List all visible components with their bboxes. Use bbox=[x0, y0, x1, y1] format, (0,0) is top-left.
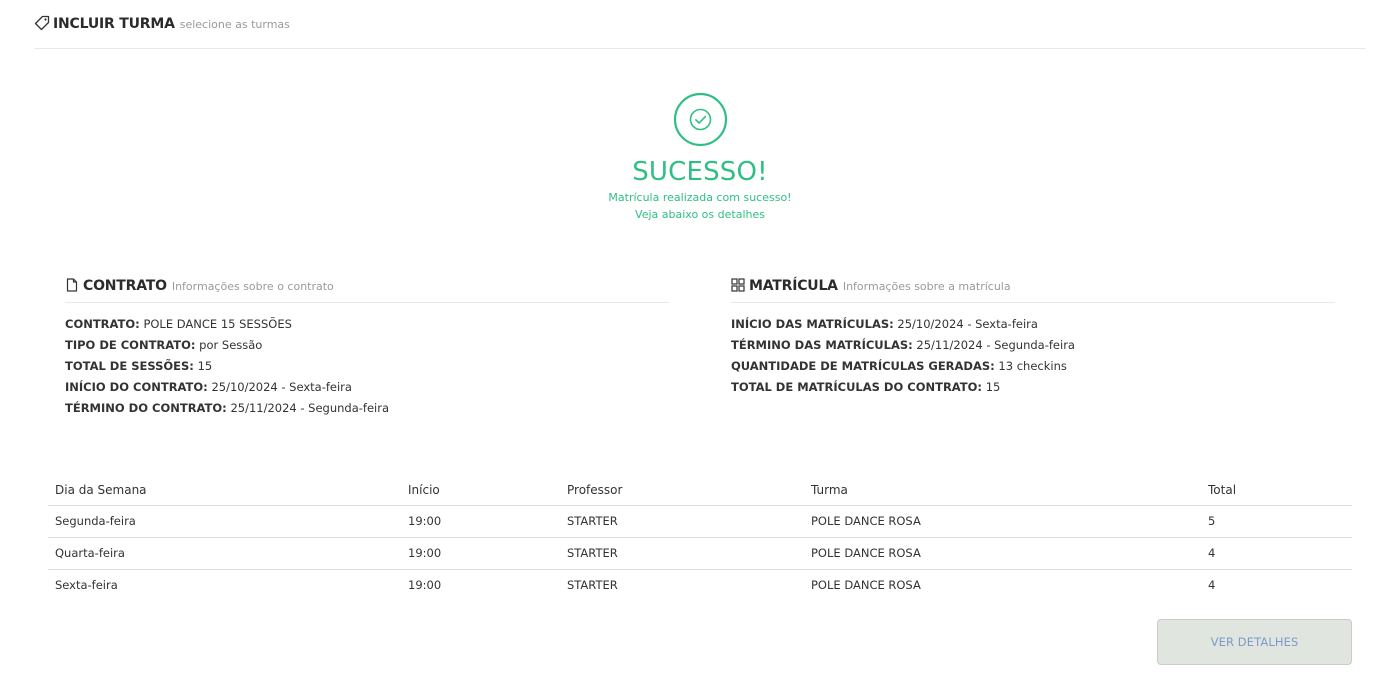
contrato-row: TOTAL DE SESSÕES: 15 bbox=[65, 359, 213, 373]
contrato-section: CONTRATO Informações sobre o contrato CO… bbox=[65, 269, 669, 419]
table-cell: 5 bbox=[1201, 505, 1352, 538]
matricula-row: TOTAL DE MATRÍCULAS DO CONTRATO: 15 bbox=[731, 380, 1001, 394]
contrato-row: INÍCIO DO CONTRATO: 25/10/2024 - Sexta-f… bbox=[65, 380, 352, 394]
table-cell: Quarta-feira bbox=[48, 537, 401, 570]
column-header-professor: Professor bbox=[560, 475, 804, 506]
table-cell: 19:00 bbox=[401, 505, 560, 538]
table-cell: 19:00 bbox=[401, 537, 560, 570]
contrato-subtitle: Informações sobre o contrato bbox=[171, 279, 334, 293]
contrato-title: CONTRATO bbox=[83, 277, 167, 294]
table-cell: STARTER bbox=[560, 537, 804, 570]
page-header: INCLUIR TURMA selecione as turmas bbox=[34, 0, 1366, 49]
table-cell: POLE DANCE ROSA bbox=[811, 578, 921, 593]
page-subtitle: selecione as turmas bbox=[179, 18, 290, 31]
table-row: Segunda-feira 19:00 STARTER POLE DANCE R… bbox=[48, 505, 1352, 538]
matricula-row: INÍCIO DAS MATRÍCULAS: 25/10/2024 - Sext… bbox=[731, 317, 1038, 331]
table-cell: 19:00 bbox=[408, 578, 442, 593]
matricula-title: MATRÍCULA bbox=[749, 277, 838, 294]
matricula-section: MATRÍCULA Informações sobre a matrícula … bbox=[731, 269, 1335, 398]
table-cell: POLE DANCE ROSA bbox=[804, 505, 1201, 538]
table-cell: STARTER bbox=[560, 505, 804, 538]
contrato-row: CONTRATO: POLE DANCE 15 SESSÕES bbox=[65, 317, 292, 331]
column-header-turma: Turma bbox=[804, 475, 1201, 506]
table-row: Quarta-feira 19:00 STARTER POLE DANCE RO… bbox=[48, 537, 1352, 570]
success-heading: SUCESSO! bbox=[632, 157, 768, 187]
document-icon bbox=[66, 277, 78, 292]
page-title: INCLUIR TURMA bbox=[53, 16, 175, 32]
column-header-dia: Dia da Semana bbox=[48, 475, 401, 506]
table-row: Sexta-feira 19:00 STARTER POLE DANCE ROS… bbox=[48, 569, 1352, 601]
success-panel: SUCESSO! Matrícula realizada com sucesso… bbox=[0, 92, 1378, 223]
ver-detalhes-button[interactable]: VER DETALHES bbox=[1157, 619, 1352, 665]
grid-icon bbox=[731, 277, 745, 292]
contrato-row: TIPO DE CONTRATO: por Sessão bbox=[65, 338, 263, 352]
matricula-row: QUANTIDADE DE MATRÍCULAS GERADAS: 13 che… bbox=[731, 359, 1067, 373]
tag-icon bbox=[34, 15, 50, 31]
table-cell: 4 bbox=[1208, 578, 1216, 593]
table-header-row: Dia da Semana Início Professor Turma Tot… bbox=[48, 475, 1352, 506]
success-message: Matrícula realizada com sucesso! bbox=[608, 191, 792, 204]
check-circle-icon bbox=[673, 92, 727, 147]
table-cell: 4 bbox=[1201, 537, 1352, 570]
matricula-header: MATRÍCULA Informações sobre a matrícula bbox=[731, 269, 1335, 303]
table-cell: Sexta-feira bbox=[55, 578, 118, 593]
table-cell: POLE DANCE ROSA bbox=[804, 537, 1201, 570]
contrato-row: TÉRMINO DO CONTRATO: 25/11/2024 - Segund… bbox=[65, 401, 390, 415]
contrato-header: CONTRATO Informações sobre o contrato bbox=[65, 269, 669, 303]
table-cell: Segunda-feira bbox=[48, 505, 401, 538]
column-header-total: Total bbox=[1201, 475, 1352, 506]
success-detail-hint: Veja abaixo os detalhes bbox=[635, 208, 765, 221]
turmas-table: Dia da Semana Início Professor Turma Tot… bbox=[48, 475, 1352, 601]
column-header-inicio: Início bbox=[401, 475, 560, 506]
matricula-row: TÉRMINO DAS MATRÍCULAS: 25/11/2024 - Seg… bbox=[731, 338, 1075, 352]
matricula-subtitle: Informações sobre a matrícula bbox=[842, 279, 1011, 293]
table-cell: STARTER bbox=[567, 578, 618, 593]
